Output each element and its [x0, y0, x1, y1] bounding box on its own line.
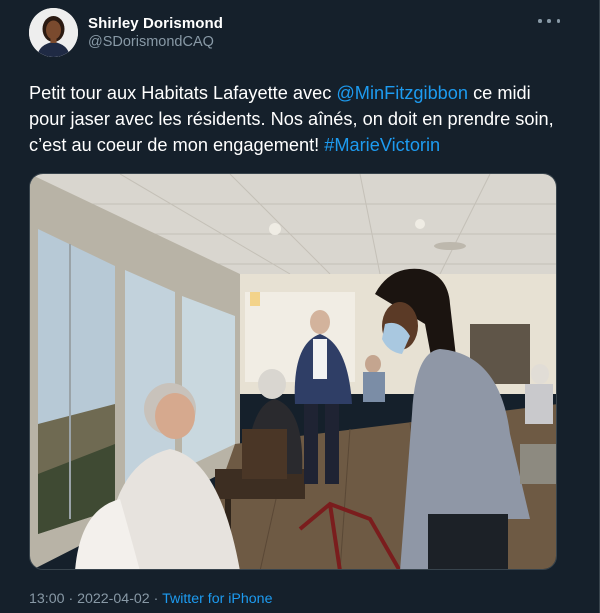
tweet-source-link[interactable]: Twitter for iPhone: [162, 591, 272, 607]
tweet-date[interactable]: 2022-04-02: [77, 591, 150, 607]
hashtag-link[interactable]: #MarieVictorin: [324, 135, 440, 155]
more-horizontal-icon: [556, 19, 560, 23]
tweet-text-part: Petit tour aux Habitats Lafayette avec: [29, 83, 337, 103]
meta-separator: ·: [149, 591, 163, 607]
author-avatar[interactable]: [29, 8, 78, 57]
meta-separator: ·: [64, 591, 78, 607]
tweet-text: Petit tour aux Habitats Lafayette avec @…: [29, 80, 569, 158]
author-handle[interactable]: @SDorismondCAQ: [88, 34, 214, 50]
tweet-photo[interactable]: [29, 173, 557, 570]
mention-link[interactable]: @MinFitzgibbon: [336, 83, 468, 103]
more-horizontal-icon: [547, 19, 551, 23]
author-display-name[interactable]: Shirley Dorismond: [88, 15, 223, 32]
tweet-card: Shirley Dorismond @SDorismondCAQ Petit t…: [0, 0, 600, 613]
tweet-meta: 13:00 · 2022-04-02 · Twitter for iPhone: [29, 591, 272, 607]
more-horizontal-icon: [538, 19, 542, 23]
tweet-time[interactable]: 13:00: [29, 591, 65, 607]
more-options-button[interactable]: [538, 14, 560, 28]
